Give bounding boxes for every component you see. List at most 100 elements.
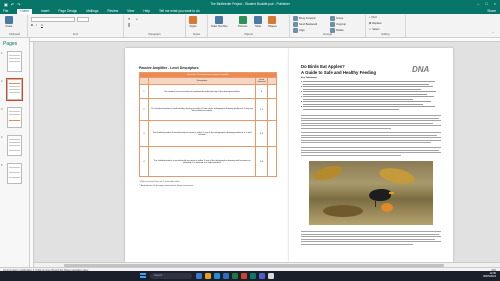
text-line (301, 243, 413, 245)
group-icon (330, 16, 335, 21)
share-button[interactable]: Share (487, 9, 496, 13)
pictures-icon (238, 16, 247, 24)
page-thumbnail-selected[interactable] (6, 78, 23, 101)
pictures-button[interactable]: Pictures (238, 16, 247, 28)
settings-icon[interactable] (268, 272, 274, 279)
tab-file[interactable]: File (3, 9, 8, 13)
publisher-icon[interactable] (250, 272, 256, 279)
text-line (301, 149, 439, 151)
text-line (301, 115, 441, 116)
text-line (301, 142, 431, 143)
right-page[interactable]: Do Birds Eat Apples? A Guide to Safe and… (289, 48, 453, 262)
maximize-button[interactable]: □ (485, 1, 487, 6)
word-icon[interactable] (223, 272, 229, 279)
bullets-icon[interactable]: ☰ (128, 18, 130, 21)
close-button[interactable]: × (494, 1, 496, 6)
document-canvas: Passive Amplifier - Level Descriptors Ob… (34, 42, 500, 267)
text-line (301, 152, 441, 153)
tab-help[interactable]: Help (143, 9, 150, 13)
text-line (301, 134, 437, 136)
styles-button[interactable]: Styles (189, 16, 197, 28)
text-line (301, 233, 439, 235)
bring-forward-button[interactable]: Bring Forward (293, 16, 315, 21)
shapes-button[interactable]: Shapes (268, 16, 277, 28)
replace-button[interactable]: ⇄ Replace (369, 22, 382, 25)
page-thumbnail[interactable] (7, 135, 22, 156)
tell-me-search[interactable]: Tell me what you want to do (159, 9, 200, 13)
bring-forward-icon (293, 16, 298, 21)
cursor-icon: ➚ (369, 28, 372, 31)
window-title: The Birdfeeder Project - Student Booklet… (210, 2, 290, 6)
send-backward-button[interactable]: Send Backward (293, 22, 317, 27)
ungroup-button[interactable]: Ungroup (330, 22, 346, 27)
page-thumbnail[interactable] (7, 107, 22, 128)
text-line (303, 108, 399, 110)
footnote: ** Adapted from the descriptor framework… (139, 185, 194, 187)
file-explorer-icon[interactable] (205, 272, 211, 279)
text-line (303, 86, 433, 87)
font-size-select[interactable] (77, 17, 89, 22)
dna-logo: DNA (412, 65, 430, 74)
font-name-select[interactable] (31, 17, 75, 22)
pages-pane: Pages 1 2 3 4 5 (0, 38, 30, 267)
powerpoint-icon[interactable] (241, 272, 247, 279)
tab-view[interactable]: View (127, 9, 134, 13)
shapes-icon (268, 16, 277, 24)
tab-home[interactable]: Home (17, 8, 33, 14)
bullet-icon (301, 86, 303, 88)
start-button[interactable] (140, 272, 146, 279)
minimize-button[interactable]: – (477, 1, 479, 6)
underline-button[interactable]: U (41, 24, 43, 27)
text-line (301, 238, 435, 240)
tab-insert[interactable]: Insert (41, 9, 49, 13)
text-line (303, 106, 435, 107)
left-page[interactable]: Passive Amplifier - Level Descriptors Ob… (125, 48, 289, 262)
page-thumbnail[interactable] (7, 163, 22, 184)
text-line (301, 241, 441, 242)
bold-button[interactable]: B (31, 24, 33, 27)
tab-mailings[interactable]: Mailings (86, 9, 98, 13)
styles-icon (189, 16, 197, 24)
text-line (303, 93, 427, 95)
bullet-icon (301, 96, 303, 98)
descriptor-table[interactable]: Objective: To manufacture a passive ampl… (139, 72, 277, 177)
pages-pane-title: Pages (3, 41, 18, 47)
bullet-icon (301, 106, 303, 108)
article-subtitle: A Guide to Safe and Healthy Feeding (301, 70, 377, 75)
tab-page-design[interactable]: Page Design (58, 9, 77, 13)
edge-icon[interactable] (214, 272, 220, 279)
numbering-icon[interactable]: ≡ (136, 18, 138, 21)
taskbar-clock[interactable]: 12:06 05/05/2024 (483, 272, 496, 279)
draw-text-box-button[interactable]: Draw Text Box (211, 16, 228, 28)
text-line (301, 120, 441, 121)
text-line (303, 91, 436, 92)
paste-button[interactable]: Paste (5, 16, 13, 28)
page-thumbnail[interactable] (7, 51, 22, 72)
align-left-icon[interactable]: ≣ (128, 25, 130, 28)
text-line (301, 127, 391, 129)
select-button[interactable]: ➚ Select (369, 28, 379, 31)
excel-icon[interactable] (232, 272, 238, 279)
task-view-icon[interactable] (196, 272, 202, 279)
text-line (301, 122, 433, 124)
group-button[interactable]: Group (330, 16, 343, 21)
text-line (301, 132, 441, 133)
collapse-ribbon-icon[interactable]: ⌃ (492, 32, 494, 35)
ribbon: Paste Clipboard B I U Font ☰ ≡ ≣ Paragra… (0, 14, 500, 38)
blackbird-photo[interactable] (309, 161, 433, 225)
text-line (301, 147, 441, 148)
text-line (303, 96, 434, 97)
paste-icon (5, 16, 13, 24)
table-button[interactable]: Table (254, 16, 262, 28)
find-button[interactable]: ⌕ Find (369, 16, 377, 19)
tab-review[interactable]: Review (107, 9, 118, 13)
teams-icon[interactable] (259, 272, 265, 279)
footnote: * Within each level there are 2 achievab… (139, 181, 180, 183)
italic-button[interactable]: I (36, 24, 37, 27)
text-line (303, 81, 435, 82)
title-bar: ▣ ↶ ↷ The Birdfeeder Project - Student B… (0, 0, 500, 8)
taskbar-search[interactable]: Search (150, 272, 192, 279)
key-takeaways-label: Key Takeaways (301, 77, 318, 79)
table-row: 1 The student has not reached a standard… (139, 84, 277, 99)
paragraph-group: ☰ ≡ ≣ Paragraph (124, 15, 186, 37)
